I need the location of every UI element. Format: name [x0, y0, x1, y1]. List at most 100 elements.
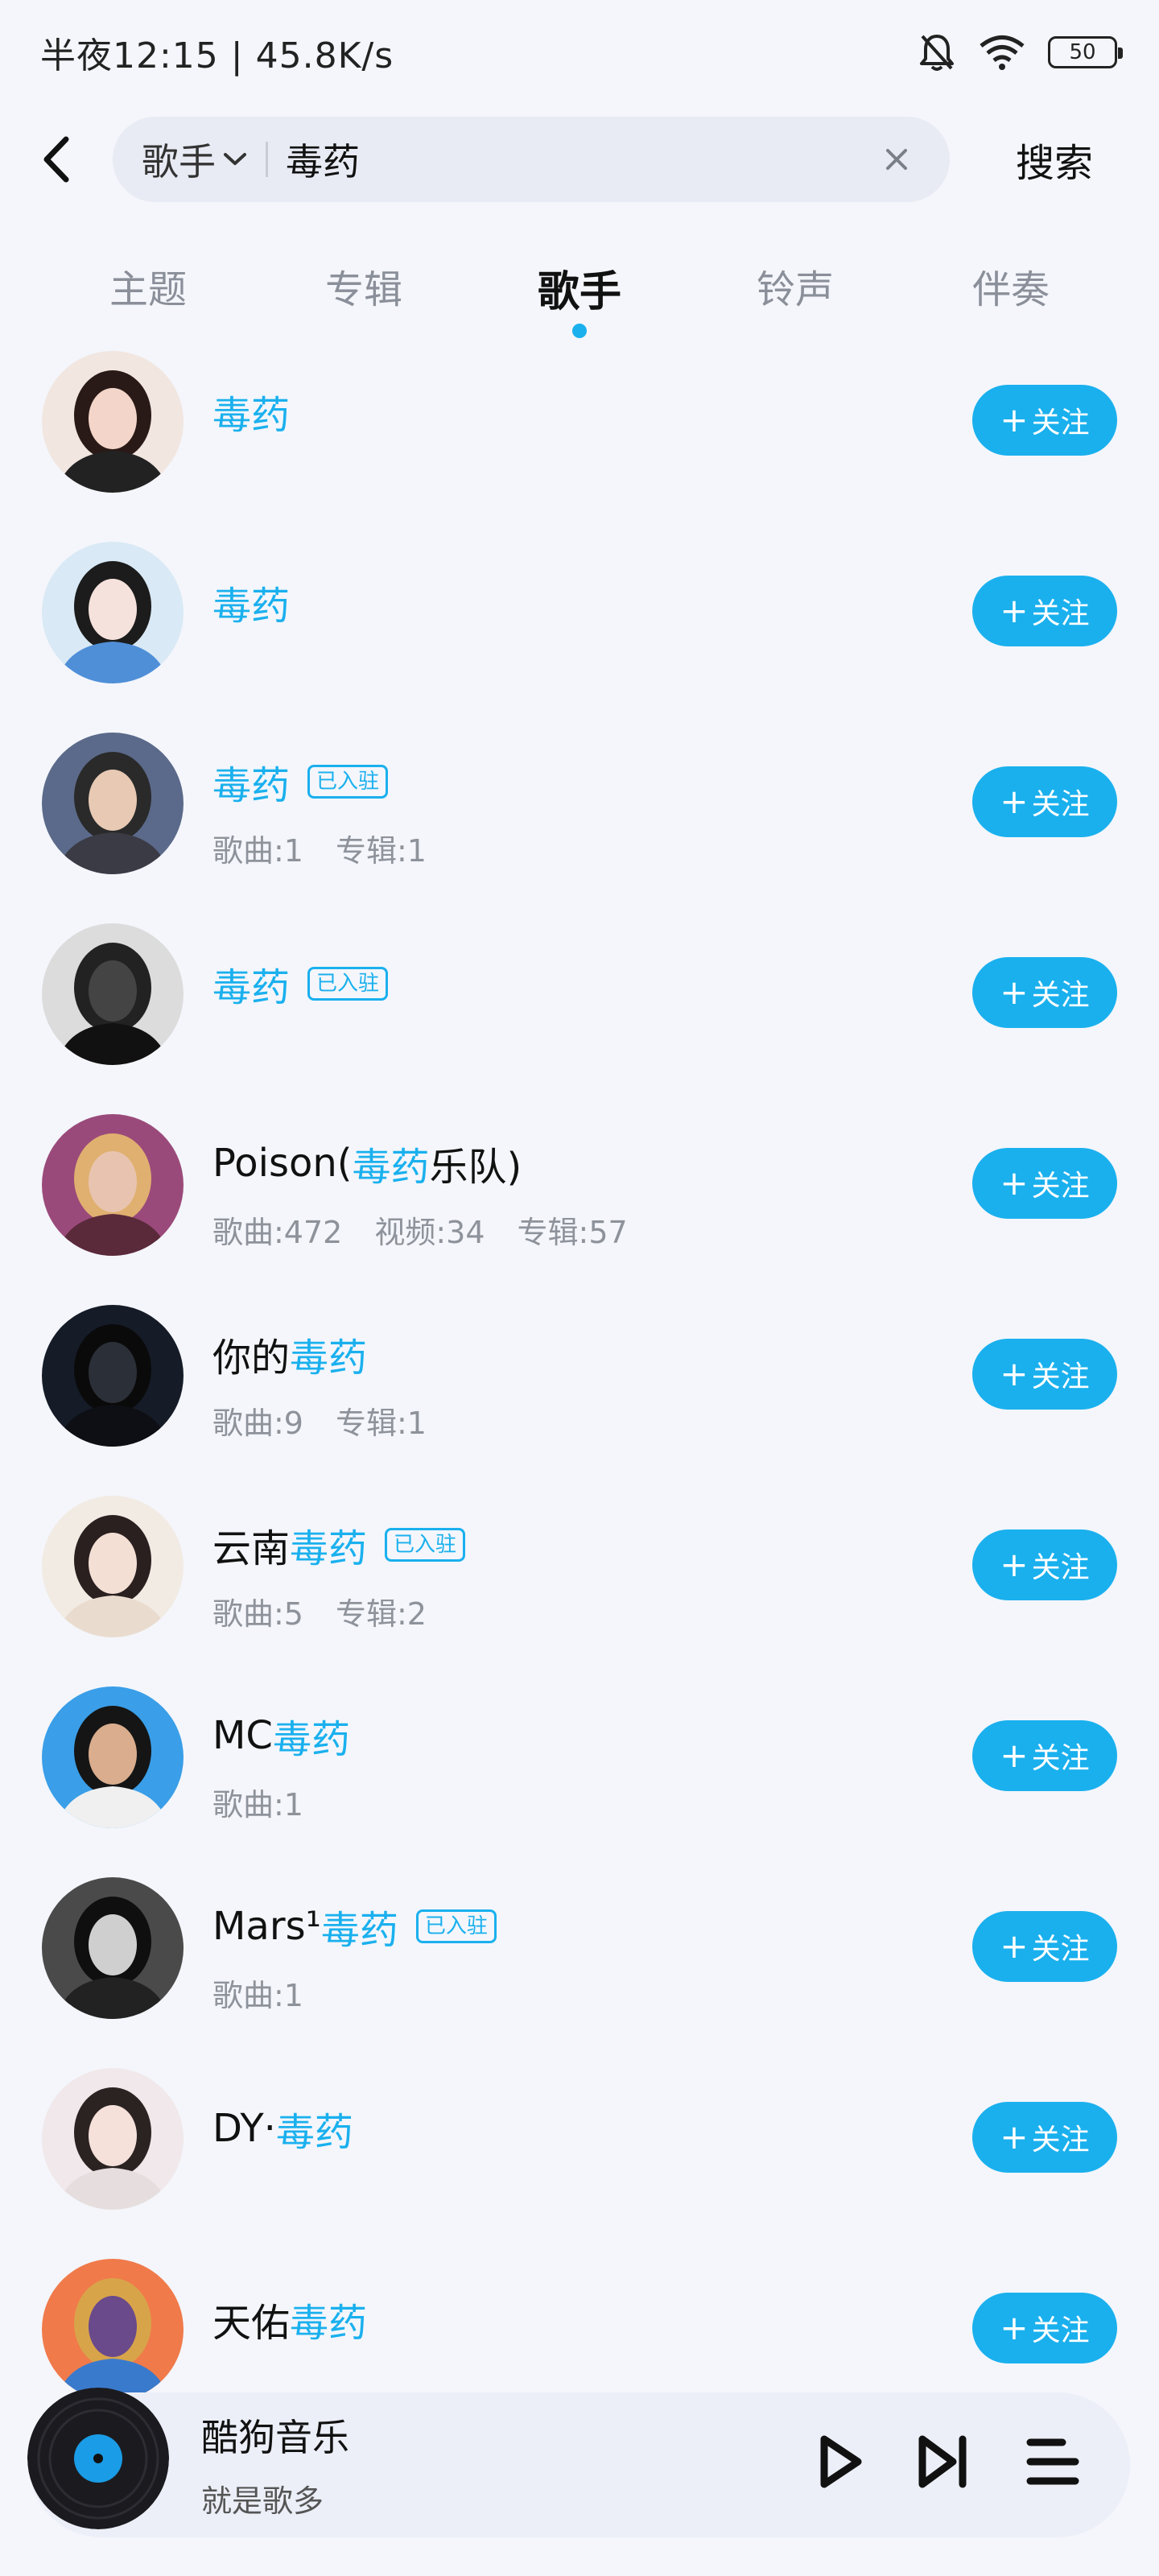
follow-label: 关注: [1031, 1742, 1090, 1775]
tab-0[interactable]: 主题: [68, 242, 229, 346]
search-input[interactable]: [286, 138, 872, 181]
artist-name-prefix: DY·: [212, 2106, 276, 2151]
artist-name-highlight: 毒药: [290, 1526, 368, 1571]
artist-row[interactable]: DY· 毒药 + 关注: [0, 2063, 1159, 2254]
avatar[interactable]: [42, 351, 184, 493]
avatar[interactable]: [42, 733, 184, 874]
follow-button[interactable]: + 关注: [972, 2102, 1117, 2173]
artist-name: 毒药: [212, 574, 290, 630]
vinyl-disc-icon[interactable]: [27, 2388, 169, 2529]
player-subtitle: 就是歌多: [201, 2483, 324, 2519]
artist-stats: 歌曲:472 视频:34 专辑:57: [212, 1208, 628, 1252]
follow-label: 关注: [1031, 1170, 1090, 1203]
tab-4[interactable]: 伴奏: [930, 242, 1091, 346]
chevron-left-icon: [43, 136, 69, 183]
tab-label: 伴奏: [971, 267, 1050, 312]
clear-search-button[interactable]: [872, 135, 921, 184]
artist-stat: 歌曲:5: [212, 1596, 303, 1632]
artist-row[interactable]: MC 毒药 歌曲:1 + 关注: [0, 1682, 1159, 1872]
playlist-icon[interactable]: [1022, 2431, 1083, 2492]
search-type-label: 歌手: [142, 140, 216, 184]
follow-label: 关注: [1031, 597, 1090, 630]
back-button[interactable]: [0, 113, 113, 206]
follow-button[interactable]: + 关注: [972, 385, 1117, 456]
plus-icon: +: [1000, 972, 1029, 1012]
avatar[interactable]: [42, 923, 184, 1065]
artist-name-highlight: 毒药: [212, 584, 291, 629]
artist-row[interactable]: 毒药 已入驻 歌曲:1 专辑:1 + 关注: [0, 728, 1159, 919]
artist-row[interactable]: 毒药 已入驻 + 关注: [0, 919, 1159, 1109]
avatar[interactable]: [42, 2068, 184, 2210]
follow-button[interactable]: + 关注: [972, 576, 1117, 646]
battery-icon: 50: [1048, 36, 1123, 68]
tab-label: 专辑: [324, 267, 402, 312]
active-tab-indicator: [572, 324, 587, 338]
search-divider: [266, 142, 268, 177]
avatar[interactable]: [42, 542, 184, 683]
avatar[interactable]: [42, 1877, 184, 2019]
artist-name: 毒药: [212, 383, 290, 440]
avatar[interactable]: [42, 1496, 184, 1637]
plus-icon: +: [1000, 1354, 1029, 1393]
search-button[interactable]: 搜索: [950, 131, 1159, 188]
artist-stat: 歌曲:472: [212, 1215, 343, 1250]
follow-button[interactable]: + 关注: [972, 766, 1117, 837]
artist-stat: 歌曲:9: [212, 1406, 303, 1441]
plus-icon: +: [1000, 591, 1029, 630]
artist-row[interactable]: 毒药 + 关注: [0, 346, 1159, 537]
tab-2[interactable]: 歌手: [499, 242, 660, 346]
artist-name: DY· 毒药: [212, 2100, 353, 2157]
plus-icon: +: [1000, 1736, 1029, 1775]
artist-row[interactable]: Mars¹ 毒药 已入驻 歌曲:1 + 关注: [0, 1872, 1159, 2063]
follow-button[interactable]: + 关注: [972, 1339, 1117, 1410]
status-bar: 半夜12:15 | 45.8K/s 50: [0, 0, 1159, 105]
artist-list: 毒药 + 关注 毒药 + 关注 毒药 已入驻 歌曲:1 专辑:1 + 关注 毒药…: [0, 346, 1159, 2445]
artist-name-prefix: 你的: [212, 1335, 291, 1381]
artist-name-highlight: 毒药: [290, 2301, 368, 2346]
tab-1[interactable]: 专辑: [283, 242, 444, 346]
follow-label: 关注: [1031, 2314, 1090, 2347]
artist-row[interactable]: Poison(毒药 乐队) 歌曲:472 视频:34 专辑:57 + 关注: [0, 1109, 1159, 1300]
tab-3[interactable]: 铃声: [715, 242, 876, 346]
chevron-down-icon: [224, 153, 246, 165]
artist-stats: 歌曲:1: [212, 1971, 303, 2015]
search-type-dropdown[interactable]: 歌手: [142, 133, 248, 186]
artist-stat: 歌曲:1: [212, 833, 303, 869]
artist-stats: 歌曲:9 专辑:1: [212, 1398, 427, 1443]
artist-stat: 视频:34: [374, 1215, 485, 1250]
follow-label: 关注: [1031, 1551, 1090, 1584]
artist-name: Mars¹ 毒药 已入驻: [212, 1898, 497, 1955]
avatar[interactable]: [42, 2259, 184, 2401]
plus-icon: +: [1000, 2308, 1029, 2347]
avatar[interactable]: [42, 1114, 184, 1256]
follow-button[interactable]: + 关注: [972, 1148, 1117, 1219]
play-icon[interactable]: [808, 2431, 869, 2492]
artist-name-highlight: 毒药: [212, 393, 291, 438]
follow-button[interactable]: + 关注: [972, 2293, 1117, 2363]
tab-label: 主题: [109, 267, 187, 312]
artist-name-highlight: 毒药: [275, 2110, 353, 2155]
status-time: 半夜12:15 | 45.8K/s: [40, 35, 394, 76]
search-header: 歌手 搜索: [0, 113, 1159, 206]
next-track-icon[interactable]: [913, 2431, 974, 2492]
follow-button[interactable]: + 关注: [972, 1530, 1117, 1600]
follow-button[interactable]: + 关注: [972, 1911, 1117, 1982]
artist-stats: 歌曲:1 专辑:1: [212, 826, 427, 870]
artist-row[interactable]: 毒药 + 关注: [0, 537, 1159, 728]
avatar[interactable]: [42, 1686, 184, 1828]
close-icon: [886, 149, 907, 170]
artist-row[interactable]: 云南 毒药 已入驻 歌曲:5 专辑:2 + 关注: [0, 1491, 1159, 1682]
wifi-icon: [979, 34, 1025, 71]
follow-button[interactable]: + 关注: [972, 957, 1117, 1028]
tab-label: 歌手: [537, 268, 621, 316]
avatar[interactable]: [42, 1305, 184, 1447]
artist-row[interactable]: 你的 毒药 歌曲:9 专辑:1 + 关注: [0, 1300, 1159, 1491]
artist-name-prefix: MC: [212, 1713, 273, 1758]
artist-name-highlight: 毒药: [352, 1145, 430, 1190]
plus-icon: +: [1000, 1545, 1029, 1584]
search-box: 歌手: [113, 117, 950, 202]
follow-button[interactable]: + 关注: [972, 1720, 1117, 1791]
verified-badge: 已入驻: [415, 1909, 497, 1943]
artist-name-highlight: 毒药: [290, 1335, 368, 1381]
follow-label: 关注: [1031, 1360, 1090, 1393]
